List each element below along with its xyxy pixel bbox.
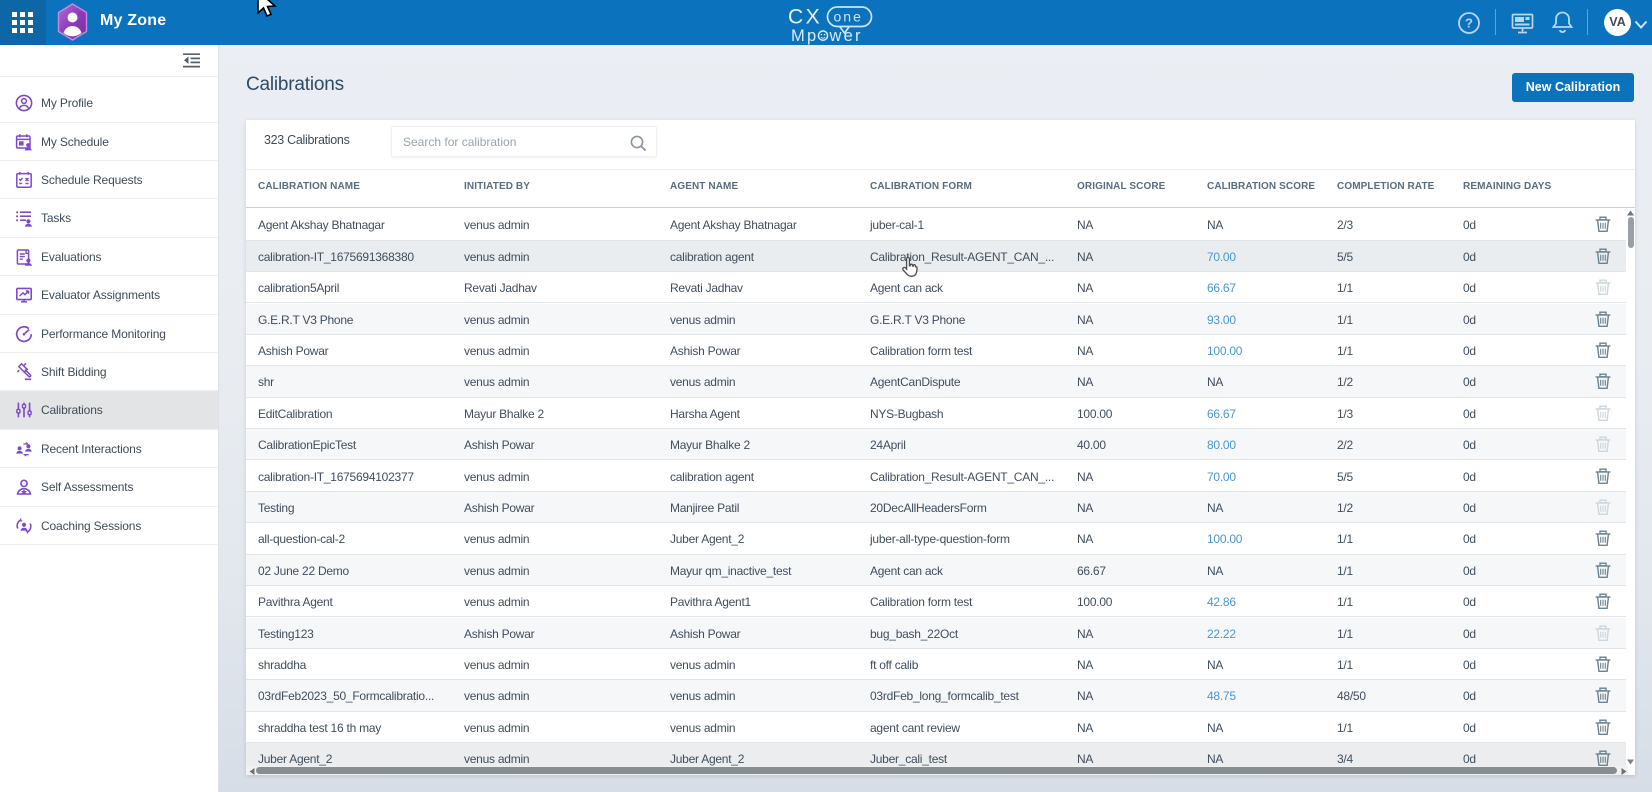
svg-text:one: one: [834, 9, 863, 25]
svg-text:Mp: Mp: [791, 27, 818, 45]
svg-text:wer: wer: [829, 27, 863, 45]
svg-text:CX: CX: [788, 6, 822, 29]
svg-text:?: ?: [1465, 16, 1473, 31]
